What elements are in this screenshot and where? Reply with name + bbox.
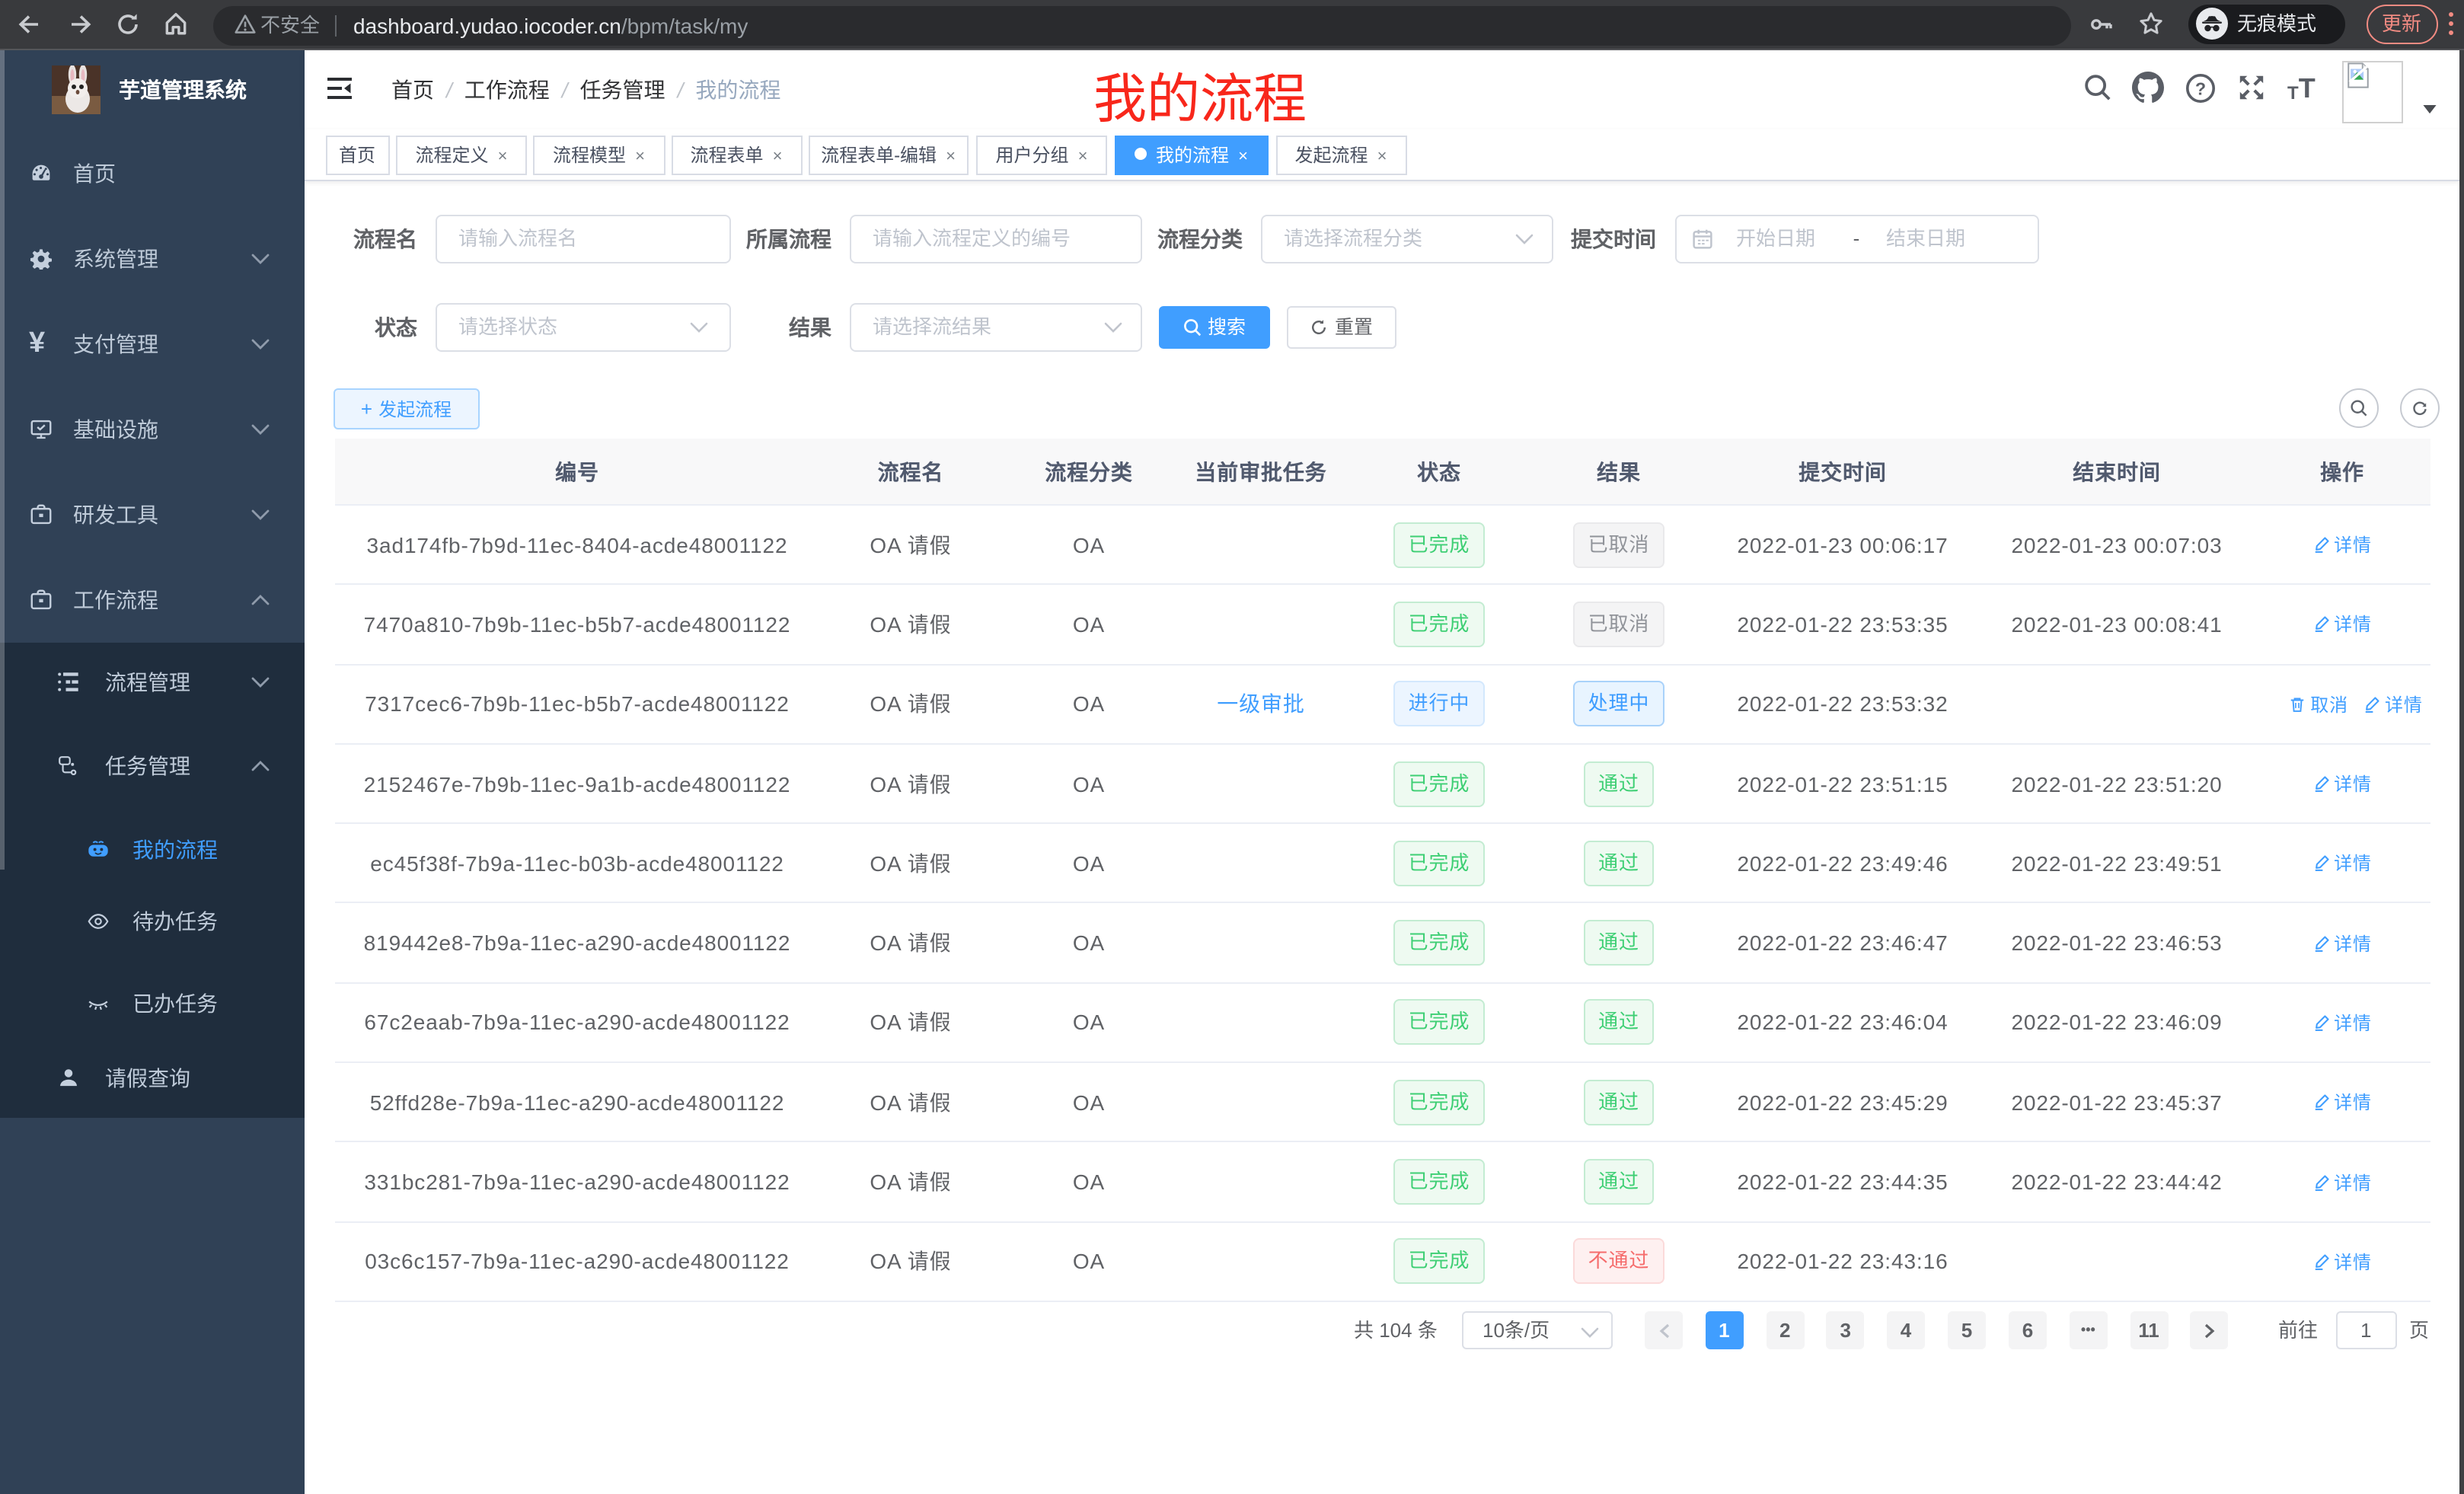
svg-text:?: ?: [2195, 78, 2206, 98]
